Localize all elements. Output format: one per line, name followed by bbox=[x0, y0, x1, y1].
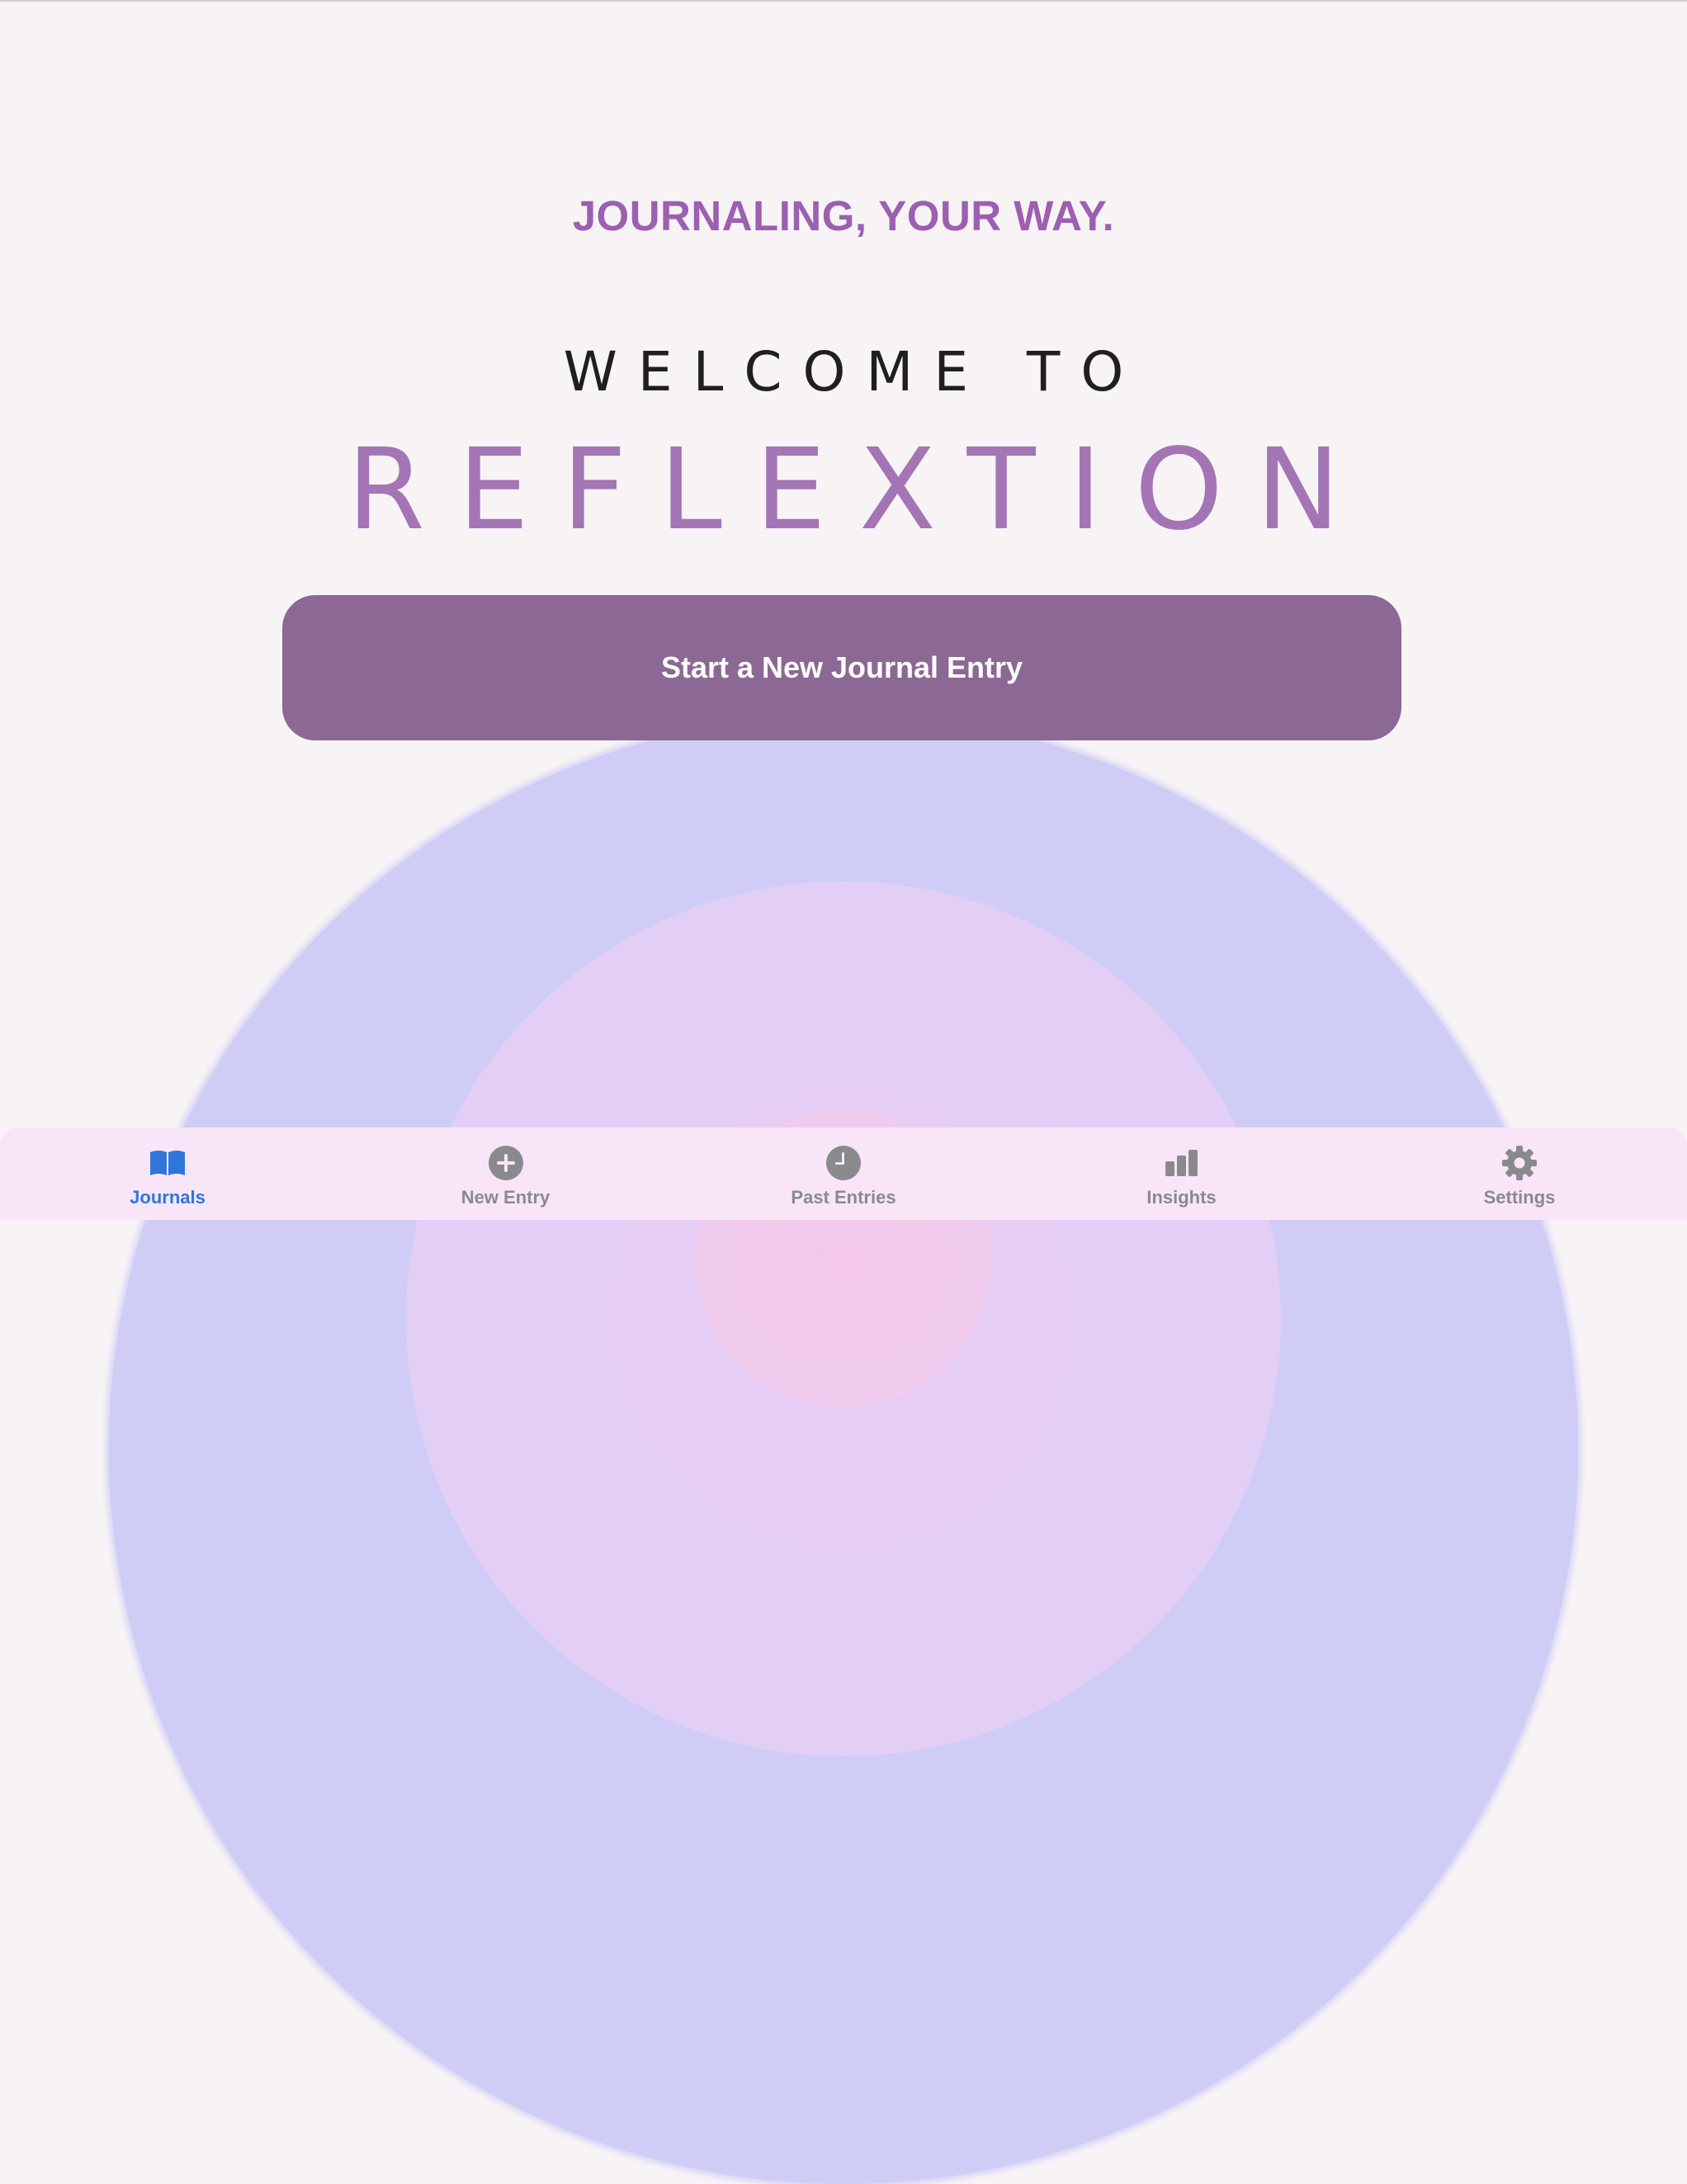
gear-icon bbox=[1500, 1144, 1538, 1182]
tagline: JOURNALING, YOUR WAY. bbox=[572, 192, 1115, 239]
tab-journals[interactable]: Journals bbox=[0, 1127, 335, 1220]
tab-settings[interactable]: Settings bbox=[1352, 1127, 1687, 1220]
tab-label: Insights bbox=[1146, 1187, 1217, 1208]
bar-chart-icon bbox=[1163, 1144, 1201, 1182]
book-open-icon bbox=[149, 1144, 187, 1182]
tab-label: Past Entries bbox=[791, 1187, 896, 1208]
start-new-journal-entry-button[interactable]: Start a New Journal Entry bbox=[282, 595, 1401, 740]
clock-icon bbox=[825, 1144, 862, 1182]
brand-logo-text: REFLEXTION bbox=[347, 425, 1373, 555]
tab-bar: Journals New Entry Past Entries Insights… bbox=[0, 1127, 1687, 1220]
tab-label: Journals bbox=[130, 1187, 206, 1208]
tab-past-entries[interactable]: Past Entries bbox=[676, 1127, 1011, 1220]
tab-new-entry[interactable]: New Entry bbox=[338, 1127, 673, 1220]
tab-insights[interactable]: Insights bbox=[1014, 1127, 1349, 1220]
window-top-border bbox=[0, 0, 1687, 2]
welcome-heading: WELCOME TO bbox=[563, 340, 1145, 404]
tab-label: Settings bbox=[1483, 1187, 1556, 1208]
plus-circle-icon bbox=[487, 1144, 525, 1182]
tab-label: New Entry bbox=[461, 1187, 551, 1208]
